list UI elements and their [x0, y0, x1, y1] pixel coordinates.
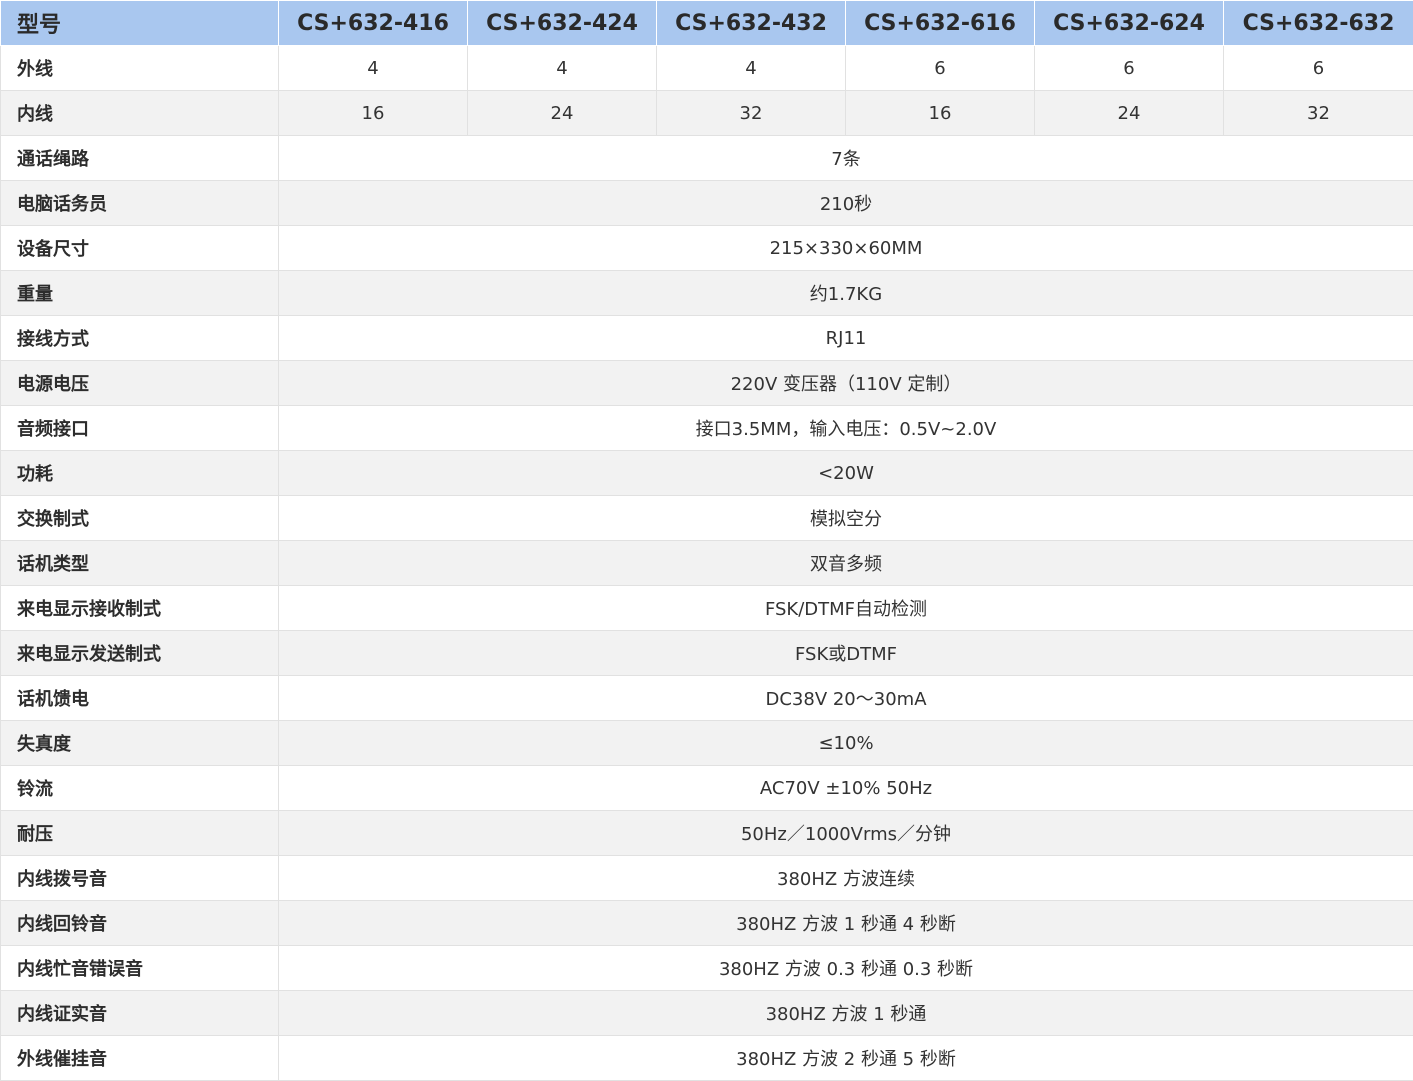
cell-value-merged: FSK/DTMF自动检测 — [278, 585, 1413, 631]
cell-value: 4 — [467, 45, 657, 91]
row-label: 来电显示接收制式 — [0, 585, 279, 631]
cell-value-merged: 380HZ 方波连续 — [278, 855, 1413, 901]
header-model: CS+632-424 — [467, 0, 657, 46]
cell-value-merged: 模拟空分 — [278, 495, 1413, 541]
row-label: 铃流 — [0, 765, 279, 811]
cell-value-merged: <20W — [278, 450, 1413, 496]
cell-value: 32 — [656, 90, 846, 136]
row-label: 话机馈电 — [0, 675, 279, 721]
row-label: 内线拨号音 — [0, 855, 279, 901]
row-label: 设备尺寸 — [0, 225, 279, 271]
table-row: 来电显示接收制式 FSK/DTMF自动检测 — [0, 585, 1413, 631]
row-label: 内线回铃音 — [0, 900, 279, 946]
row-label: 来电显示发送制式 — [0, 630, 279, 676]
table-row: 内线证实音 380HZ 方波 1 秒通 — [0, 990, 1413, 1036]
row-label: 外线催挂音 — [0, 1035, 279, 1081]
spec-table: 型号 CS+632-416 CS+632-424 CS+632-432 CS+6… — [0, 0, 1413, 1081]
row-label: 电源电压 — [0, 360, 279, 406]
cell-value-merged: RJ11 — [278, 315, 1413, 361]
row-label: 耐压 — [0, 810, 279, 856]
table-row: 设备尺寸 215×330×60MM — [0, 225, 1413, 271]
table-row: 耐压 50Hz／1000Vrms／分钟 — [0, 810, 1413, 856]
cell-value-merged: 380HZ 方波 2 秒通 5 秒断 — [278, 1035, 1413, 1081]
cell-value-merged: DC38V 20～30mA — [278, 675, 1413, 721]
table-row: 音频接口 接口3.5MM，输入电压：0.5V~2.0V — [0, 405, 1413, 451]
row-label: 重量 — [0, 270, 279, 316]
cell-value: 32 — [1223, 90, 1413, 136]
table-row: 外线催挂音 380HZ 方波 2 秒通 5 秒断 — [0, 1035, 1413, 1081]
table-row: 话机馈电 DC38V 20～30mA — [0, 675, 1413, 721]
table-row: 交换制式 模拟空分 — [0, 495, 1413, 541]
row-label: 内线 — [0, 90, 279, 136]
cell-value-merged: 380HZ 方波 1 秒通 4 秒断 — [278, 900, 1413, 946]
cell-value-merged: AC70V ±10% 50Hz — [278, 765, 1413, 811]
table-row: 铃流 AC70V ±10% 50Hz — [0, 765, 1413, 811]
row-label: 通话绳路 — [0, 135, 279, 181]
cell-value-merged: 220V 变压器（110V 定制） — [278, 360, 1413, 406]
header-model: CS+632-632 — [1223, 0, 1413, 46]
header-model: CS+632-432 — [656, 0, 846, 46]
table-row: 内线忙音错误音 380HZ 方波 0.3 秒通 0.3 秒断 — [0, 945, 1413, 991]
row-label: 内线忙音错误音 — [0, 945, 279, 991]
header-model: CS+632-624 — [1034, 0, 1224, 46]
row-label: 话机类型 — [0, 540, 279, 586]
cell-value-merged: FSK或DTMF — [278, 630, 1413, 676]
table-row: 外线 4 4 4 6 6 6 — [0, 45, 1413, 91]
table-row: 内线拨号音 380HZ 方波连续 — [0, 855, 1413, 901]
cell-value: 6 — [845, 45, 1035, 91]
table-row: 电源电压 220V 变压器（110V 定制） — [0, 360, 1413, 406]
cell-value-merged: 双音多频 — [278, 540, 1413, 586]
cell-value-merged: ≤10% — [278, 720, 1413, 766]
cell-value: 24 — [467, 90, 657, 136]
cell-value: 24 — [1034, 90, 1224, 136]
cell-value: 4 — [656, 45, 846, 91]
table-row: 内线回铃音 380HZ 方波 1 秒通 4 秒断 — [0, 900, 1413, 946]
cell-value-merged: 380HZ 方波 0.3 秒通 0.3 秒断 — [278, 945, 1413, 991]
table-row: 接线方式 RJ11 — [0, 315, 1413, 361]
table-row: 功耗 <20W — [0, 450, 1413, 496]
cell-value-merged: 7条 — [278, 135, 1413, 181]
row-label: 接线方式 — [0, 315, 279, 361]
cell-value: 6 — [1223, 45, 1413, 91]
cell-value-merged: 210秒 — [278, 180, 1413, 226]
table-row: 重量 约1.7KG — [0, 270, 1413, 316]
header-model: CS+632-416 — [278, 0, 468, 46]
cell-value-merged: 215×330×60MM — [278, 225, 1413, 271]
row-label: 外线 — [0, 45, 279, 91]
table-row: 失真度 ≤10% — [0, 720, 1413, 766]
table-row: 内线 16 24 32 16 24 32 — [0, 90, 1413, 136]
cell-value: 16 — [278, 90, 468, 136]
cell-value-merged: 380HZ 方波 1 秒通 — [278, 990, 1413, 1036]
cell-value: 4 — [278, 45, 468, 91]
cell-value: 16 — [845, 90, 1035, 136]
table-row: 话机类型 双音多频 — [0, 540, 1413, 586]
row-label: 内线证实音 — [0, 990, 279, 1036]
row-label: 失真度 — [0, 720, 279, 766]
row-label: 电脑话务员 — [0, 180, 279, 226]
cell-value-merged: 接口3.5MM，输入电压：0.5V~2.0V — [278, 405, 1413, 451]
cell-value: 6 — [1034, 45, 1224, 91]
header-label-model: 型号 — [0, 0, 279, 46]
row-label: 交换制式 — [0, 495, 279, 541]
cell-value-merged: 约1.7KG — [278, 270, 1413, 316]
header-row: 型号 CS+632-416 CS+632-424 CS+632-432 CS+6… — [0, 0, 1413, 46]
header-model: CS+632-616 — [845, 0, 1035, 46]
row-label: 音频接口 — [0, 405, 279, 451]
table-row: 电脑话务员 210秒 — [0, 180, 1413, 226]
table-row: 通话绳路 7条 — [0, 135, 1413, 181]
row-label: 功耗 — [0, 450, 279, 496]
table-row: 来电显示发送制式 FSK或DTMF — [0, 630, 1413, 676]
cell-value-merged: 50Hz／1000Vrms／分钟 — [278, 810, 1413, 856]
